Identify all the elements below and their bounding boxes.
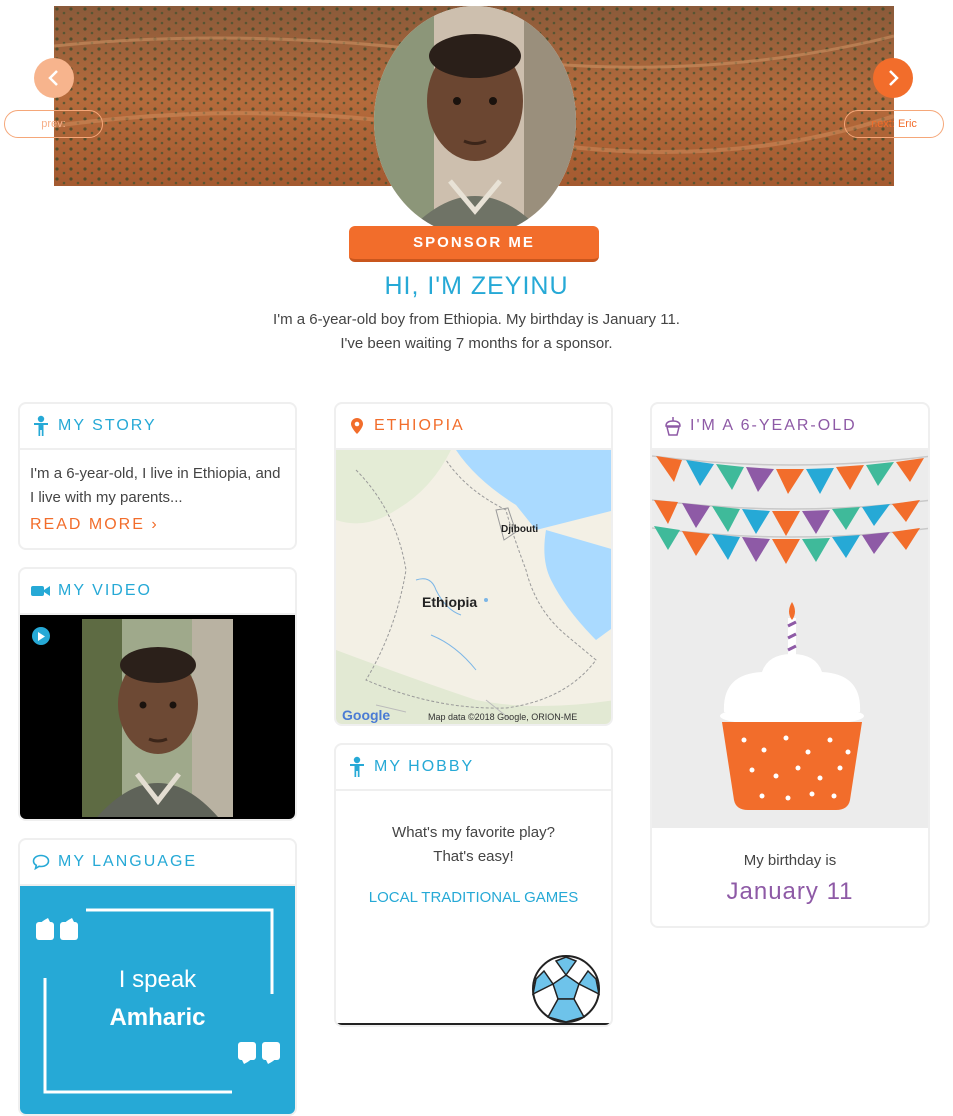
- child-photo: [374, 6, 576, 236]
- country-map[interactable]: Djibouti Ethiopia Google Map data ©2018 …: [336, 450, 611, 724]
- map-country-label: Ethiopia: [422, 594, 477, 610]
- prev-arrow-button[interactable]: [34, 58, 74, 98]
- prev-child-link[interactable]: prev:: [4, 110, 103, 138]
- story-text: I'm a 6-year-old, I live in Ethiopia, an…: [30, 465, 281, 506]
- map-attribution: Map data ©2018 Google, ORION-ME: [428, 712, 577, 722]
- country-card: ETHIOPIA Djibouti Ethiopia Google Map da…: [334, 402, 613, 726]
- map-city-label: Djibouti: [501, 524, 538, 535]
- next-child-link[interactable]: next: Eric: [844, 110, 944, 138]
- open-quote-icon: [36, 918, 78, 940]
- hobby-question: What's my favorite play? That's easy!: [336, 791, 611, 869]
- intro-line: I've been waiting 7 months for a sponsor…: [340, 335, 613, 352]
- language-name: Amharic: [109, 1004, 206, 1031]
- sponsor-me-button[interactable]: SPONSOR ME: [349, 226, 599, 262]
- close-quote-icon: [238, 1042, 280, 1064]
- video-thumbnail: [82, 619, 233, 817]
- hobby-card-header: MY HOBBY: [336, 745, 611, 791]
- birthday-card: I'M A 6-YEAR-OLD My birthday is January …: [650, 402, 930, 928]
- story-card-header: MY STORY: [20, 404, 295, 450]
- video-card: MY VIDEO: [18, 567, 297, 821]
- next-arrow-button[interactable]: [873, 58, 913, 98]
- story-card-title: MY STORY: [58, 417, 157, 434]
- hobby-question-line: What's my favorite play?: [392, 824, 555, 841]
- video-card-header: MY VIDEO: [20, 569, 295, 615]
- birthday-card-title: I'M A 6-YEAR-OLD: [690, 417, 857, 434]
- child-figure-icon: [346, 756, 368, 778]
- map-pin-icon: [346, 418, 368, 434]
- map-brand-logo: Google: [342, 707, 390, 723]
- language-card-header: MY LANGUAGE: [20, 840, 295, 886]
- video-player[interactable]: [20, 615, 295, 819]
- language-panel: I speak Amharic: [20, 886, 295, 1114]
- soccer-ball-icon: [336, 955, 611, 1025]
- birthday-illustration: [652, 450, 928, 828]
- hobby-card: MY HOBBY What's my favorite play? That's…: [334, 743, 613, 1027]
- hobby-body: What's my favorite play? That's easy! LO…: [336, 791, 611, 906]
- hobby-card-title: MY HOBBY: [374, 758, 475, 775]
- child-figure-icon: [30, 415, 52, 437]
- child-intro: I'm a 6-year-old boy from Ethiopia. My b…: [0, 308, 953, 356]
- hobby-name-link[interactable]: LOCAL TRADITIONAL GAMES: [336, 869, 611, 906]
- play-icon[interactable]: [32, 627, 50, 645]
- birthday-card-header: I'M A 6-YEAR-OLD: [652, 404, 928, 450]
- country-card-title: ETHIOPIA: [374, 417, 465, 434]
- language-intro: I speak: [118, 966, 197, 993]
- chevron-left-icon: [48, 70, 58, 86]
- hobby-question-line: That's easy!: [433, 848, 514, 865]
- read-more-link[interactable]: READ MORE ›: [20, 510, 295, 534]
- speech-bubble-icon: [30, 854, 52, 870]
- story-card: MY STORY I'm a 6-year-old, I live in Eth…: [18, 402, 297, 550]
- birthday-date: January 11: [726, 878, 854, 905]
- language-card: MY LANGUAGE I speak Amharic: [18, 838, 297, 1116]
- cupcake-icon: [662, 416, 684, 436]
- birthday-label: My birthday is: [743, 852, 837, 869]
- video-card-title: MY VIDEO: [58, 582, 152, 599]
- child-greeting: HI, I'M ZEYINU: [384, 272, 569, 300]
- language-card-title: MY LANGUAGE: [58, 853, 198, 870]
- chevron-right-icon: [889, 70, 899, 86]
- intro-line: I'm a 6-year-old boy from Ethiopia. My b…: [273, 311, 680, 328]
- country-card-header: ETHIOPIA: [336, 404, 611, 450]
- video-camera-icon: [30, 584, 52, 598]
